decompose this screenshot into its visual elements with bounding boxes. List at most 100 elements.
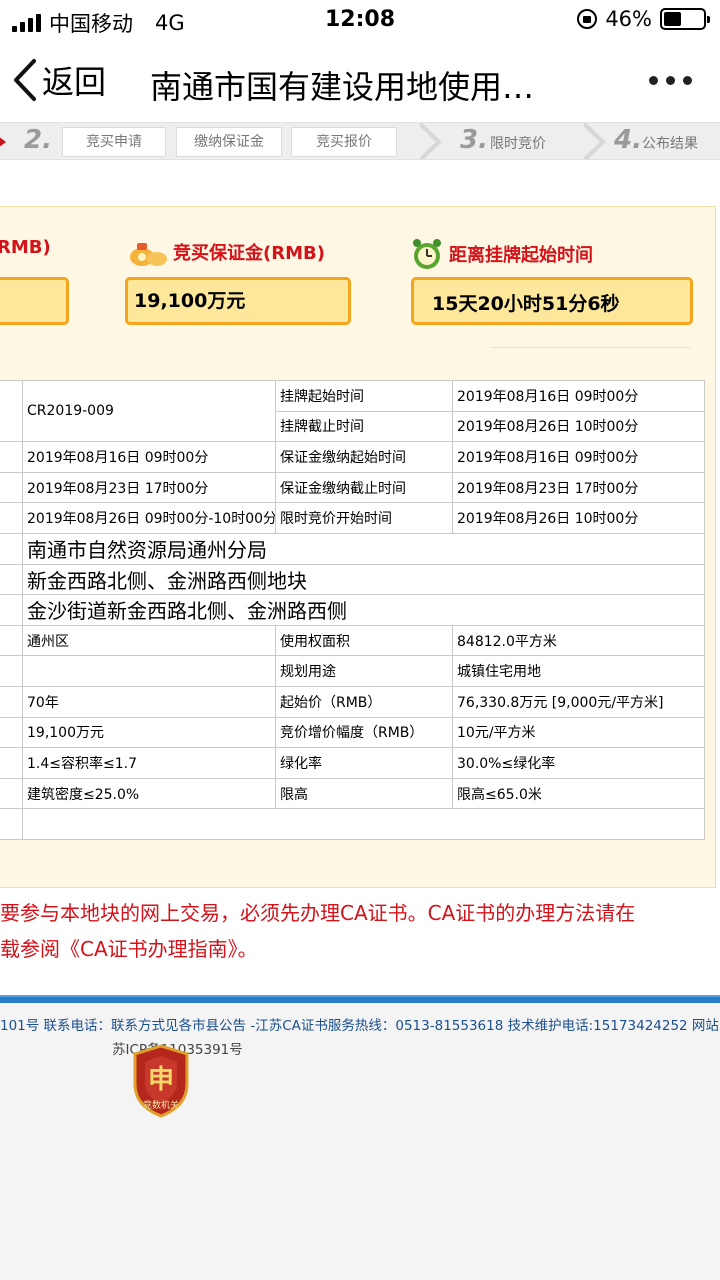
- land-code: CR2019-009: [22, 379, 276, 443]
- svg-text:竞数机关: 竞数机关: [143, 1099, 179, 1111]
- table-label: 起始价（RMB）: [275, 685, 453, 718]
- table-row: CR2019-009 挂牌起始时间 2019年08月16日 09时00分: [0, 379, 705, 443]
- notice-line-1: 要参与本地块的网上交易，必须先办理CA证书。CA证书的办理方法请在: [0, 901, 636, 925]
- table-cell: [0, 777, 23, 810]
- footer: [0, 1003, 720, 1280]
- notice-line-2[interactable]: 载参阅《CA证书办理指南》。: [0, 931, 720, 967]
- table-cell: [0, 624, 23, 657]
- money-bag-icon: [130, 243, 167, 266]
- step-4-number: 4.: [614, 125, 642, 155]
- table-row: 2019年08月26日 09时00分-10时00分 限时竞价开始时间 2019年…: [0, 502, 705, 534]
- table-row: 南通市自然资源局通州分局: [0, 532, 705, 565]
- table-row: 2019年08月23日 17时00分 保证金缴纳截止时间 2019年08月23日…: [0, 471, 705, 504]
- footer-contact: 101号 联系电话：联系方式见各市县公告 -江苏CA证书服务热线：0513-81…: [0, 1018, 719, 1034]
- step-publish-result[interactable]: 公布结果: [642, 133, 698, 153]
- countdown-label: 距离挂牌起始时间: [449, 245, 593, 266]
- table-row: 2019年08月16日 09时00分 保证金缴纳起始时间 2019年08月16日…: [0, 441, 705, 473]
- status-bar: 中国移动 4G 12:08 46%: [0, 0, 720, 40]
- chevron-left-icon: [14, 59, 36, 101]
- police-badge-icon[interactable]: 申 竞数机关: [131, 1044, 191, 1118]
- table-row: 70年 起始价（RMB） 76,330.8万元 [9,000元/平方米]: [0, 685, 705, 718]
- table-value: 76,330.8万元 [9,000元/平方米]: [452, 685, 705, 718]
- table-cell: [0, 379, 23, 443]
- step-bid-quote[interactable]: 竞买报价: [291, 127, 397, 157]
- table-label: 保证金缴纳起始时间: [275, 441, 453, 473]
- table-value: [22, 655, 276, 687]
- table-row: 新金西路北侧、金洲路西侧地块: [0, 563, 705, 596]
- battery-icon: [660, 8, 710, 30]
- table-label: 限时竞价开始时间: [275, 502, 453, 534]
- table-value: 1.4≤容积率≤1.7: [22, 747, 276, 779]
- step-bid-application[interactable]: 竞买申请: [62, 127, 166, 157]
- more-dot-icon: [666, 76, 675, 85]
- more-dot-icon: [649, 76, 658, 85]
- svg-text:申: 申: [148, 1065, 174, 1095]
- step-pay-deposit[interactable]: 缴纳保证金: [176, 127, 282, 157]
- step-separator-icon: [417, 123, 442, 159]
- more-menu-button[interactable]: [649, 76, 692, 85]
- deposit-header: 竞买保证金(RMB): [127, 237, 325, 267]
- table-cell: [0, 808, 23, 840]
- table-cell: [0, 685, 23, 718]
- back-button[interactable]: 返回: [12, 56, 106, 104]
- current-step-arrow-icon: [0, 133, 6, 151]
- table-label: 挂牌截止时间: [275, 410, 453, 443]
- parcel-name: 新金西路北侧、金洲路西侧地块: [22, 563, 705, 596]
- ca-certificate-notice: 要参与本地块的网上交易，必须先办理CA证书。CA证书的办理方法请在 载参阅《CA…: [0, 895, 720, 967]
- table-cell: [0, 594, 23, 626]
- table-cell: [0, 747, 23, 779]
- table-cell: [0, 716, 23, 749]
- table-cell: [0, 655, 23, 687]
- table-value: 2019年08月23日 17时00分: [22, 471, 276, 504]
- table-row: 金沙街道新金西路北侧、金洲路西侧: [0, 594, 705, 626]
- table-cell: [0, 471, 23, 504]
- nav-bar: 返回 南通市国有建设用地使用…: [0, 40, 720, 120]
- table-value: 2019年08月26日 09时00分-10时00分: [22, 502, 276, 534]
- step-3-number: 3.: [460, 125, 488, 155]
- table-value: 限高≤65.0米: [452, 777, 705, 810]
- table-row: 19,100万元 竞价增价幅度（RMB） 10元/平方米: [0, 716, 705, 749]
- table-label: 限高: [275, 777, 453, 810]
- step-2-number: 2.: [24, 125, 52, 155]
- table-label: 保证金缴纳截止时间: [275, 471, 453, 504]
- table-row: [0, 808, 705, 840]
- table-label: 规划用途: [275, 655, 453, 687]
- table-row: 通州区 使用权面积 84812.0平方米: [0, 624, 705, 657]
- table-value: 84812.0平方米: [452, 624, 705, 657]
- land-detail-table: CR2019-009 挂牌起始时间 2019年08月16日 09时00分 挂牌截…: [0, 379, 705, 840]
- starting-price-label: RMB): [0, 237, 51, 258]
- table-label: 绿化率: [275, 747, 453, 779]
- table-cell: [0, 532, 23, 565]
- divider: [491, 347, 691, 348]
- page-title: 南通市国有建设用地使用…: [150, 68, 535, 106]
- alarm-clock-icon: [413, 239, 441, 269]
- battery-percent: 46%: [605, 7, 652, 31]
- table-cell: [22, 808, 705, 840]
- table-value: 通州区: [22, 624, 276, 657]
- orientation-lock-icon: [577, 9, 598, 29]
- step-progress-bar: 2. 竞买申请 缴纳保证金 竞买报价 3. 限时竞价 4. 公布结果: [0, 122, 720, 160]
- table-value: 2019年08月26日 10时00分: [452, 502, 705, 534]
- table-row: 建筑密度≤25.0% 限高 限高≤65.0米: [0, 777, 705, 810]
- table-value: 2019年08月16日 09时00分: [452, 441, 705, 473]
- footer-divider: [0, 995, 720, 1003]
- deposit-label: 竞买保证金(RMB): [173, 243, 325, 264]
- table-value: 10元/平方米: [452, 716, 705, 749]
- status-right: 46%: [577, 7, 710, 31]
- table-value: 70年: [22, 685, 276, 718]
- table-value: 2019年08月23日 17时00分: [452, 471, 705, 504]
- step-separator-icon: [581, 123, 606, 159]
- starting-price-box: [0, 277, 69, 325]
- step-limited-bidding[interactable]: 限时竞价: [490, 133, 546, 153]
- table-label: 使用权面积: [275, 624, 453, 657]
- table-cell: [0, 441, 23, 473]
- battery-fill: [664, 12, 682, 26]
- table-value: 30.0%≤绿化率: [452, 747, 705, 779]
- transfer-org: 南通市自然资源局通州分局: [22, 532, 705, 565]
- table-value: 19,100万元: [22, 716, 276, 749]
- table-row: 1.4≤容积率≤1.7 绿化率 30.0%≤绿化率: [0, 747, 705, 779]
- table-label: 竞价增价幅度（RMB）: [275, 716, 453, 749]
- table-value: 2019年08月16日 09时00分: [22, 441, 276, 473]
- deposit-value: 19,100万元: [125, 277, 351, 325]
- table-cell: [0, 563, 23, 596]
